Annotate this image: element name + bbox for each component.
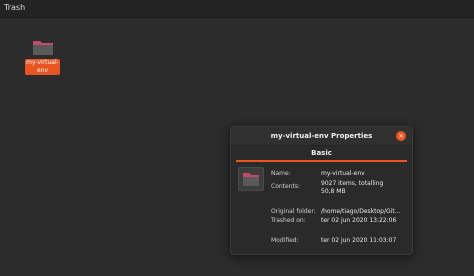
name-value: my-virtual-env	[321, 170, 365, 177]
dialog-tabbar: Basic	[236, 147, 407, 162]
trash-item-label-line2: env	[36, 67, 49, 74]
folder-icon	[243, 173, 259, 186]
contents-label: Contents:	[271, 183, 301, 190]
original-folder-value[interactable]: /home/tiago/Desktop/Git...	[321, 208, 409, 216]
folder-icon	[33, 41, 53, 55]
contents-value-line1: 9027 items, totalling	[321, 180, 384, 187]
trash-item-label-line1: my-virtual-	[26, 59, 59, 66]
top-bar: Trash	[0, 0, 474, 18]
dialog-header[interactable]: my-virtual-env Properties ×	[231, 127, 412, 146]
trashed-on-label: Trashed on:	[271, 217, 306, 224]
item-thumbnail	[238, 167, 264, 191]
trash-item-label[interactable]: my-virtual- env	[25, 59, 60, 75]
original-folder-label: Original folder:	[271, 208, 316, 215]
modified-label: Modified:	[271, 237, 299, 244]
contents-value-line2: 50,8 MB	[321, 188, 346, 195]
properties-dialog[interactable]: my-virtual-env Properties × Basic Name: …	[230, 126, 413, 255]
modified-value: ter 02 jun 2020 11:03:07	[321, 237, 397, 244]
tab-basic[interactable]: Basic	[236, 147, 407, 162]
trashed-on-value: ter 02 jun 2020 13:22:06	[321, 217, 397, 224]
dialog-title: my-virtual-env Properties	[270, 132, 373, 140]
window-title: Trash	[4, 3, 26, 12]
close-icon: ×	[398, 132, 404, 140]
name-label: Name:	[271, 170, 291, 177]
close-button[interactable]: ×	[396, 131, 406, 141]
